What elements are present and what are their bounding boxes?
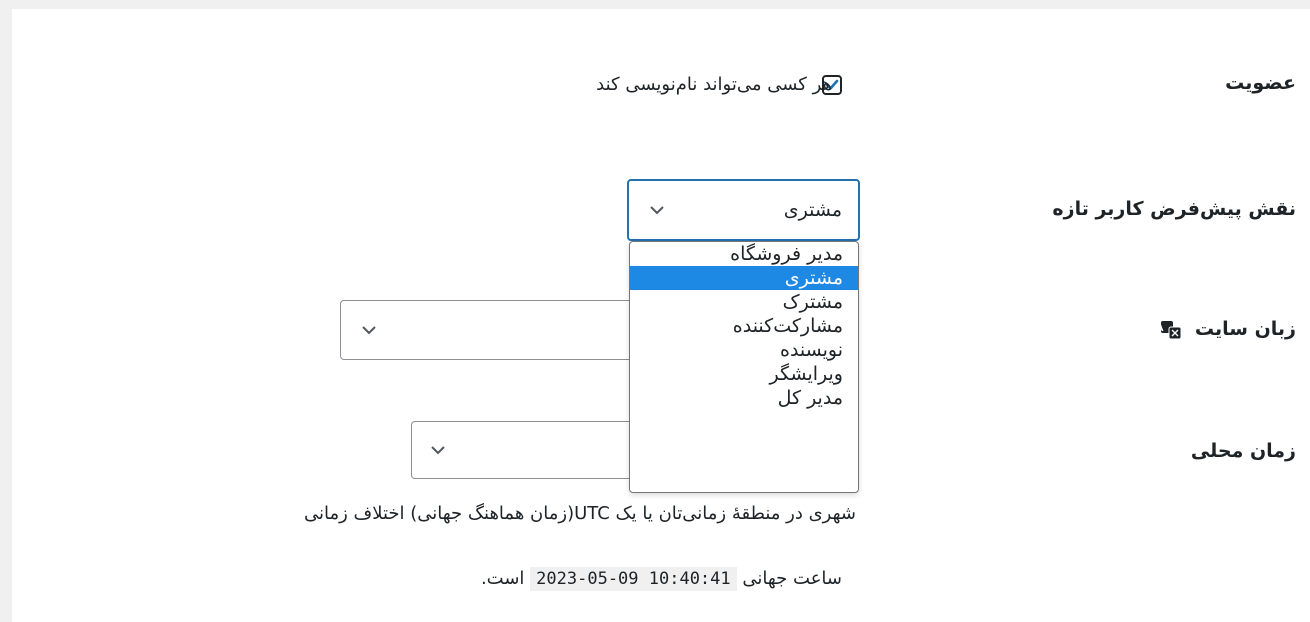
default-role-value: مشتری (783, 199, 842, 221)
timezone-label: زمان محلی (1190, 440, 1296, 462)
role-option-shop-manager[interactable]: مدیر فروشگاه (630, 242, 858, 266)
translation-icon: A (1160, 320, 1182, 339)
utc-suffix: است. (480, 568, 525, 589)
timezone-select[interactable] (411, 421, 640, 479)
chevron-down-icon (650, 206, 664, 215)
utc-prefix: ساعت جهانی (742, 568, 842, 589)
utc-time-line: ساعت جهانی 2023-05-09 10:40:41 است. (480, 567, 842, 591)
utc-time: 2023-05-09 10:40:41 (530, 567, 737, 591)
chevron-down-icon (362, 326, 376, 335)
chevron-down-icon (431, 446, 445, 455)
role-option-customer[interactable]: مشتری (630, 266, 858, 290)
default-role-label: نقش پیش‌فرض کاربر تازه (1052, 198, 1296, 220)
role-option-editor[interactable]: ویرایشگر (630, 362, 858, 386)
site-language-text: زبان سایت (1194, 318, 1296, 340)
svg-text:A: A (1160, 324, 1164, 334)
membership-label: عضویت (1225, 72, 1296, 94)
default-role-select[interactable]: مشتری (627, 179, 860, 241)
role-option-subscriber[interactable]: مشترک (630, 290, 858, 314)
site-language-select[interactable] (340, 300, 640, 360)
default-role-dropdown[interactable]: مدیر فروشگاه مشتری مشترک مشارکت‌کننده نو… (629, 241, 859, 493)
site-language-label: زبان سایت A (1160, 318, 1296, 340)
role-option-contributor[interactable]: مشارکت‌کننده (630, 314, 858, 338)
anyone-can-register-label[interactable]: هر کسی می‌تواند نام‌نویسی کند (596, 74, 832, 95)
role-option-administrator[interactable]: مدیر کل (630, 386, 858, 410)
timezone-description: شهری در منطقهٔ زمانی‌تان یا یک UTC(زمان … (304, 503, 856, 524)
role-option-author[interactable]: نویسنده (630, 338, 858, 362)
